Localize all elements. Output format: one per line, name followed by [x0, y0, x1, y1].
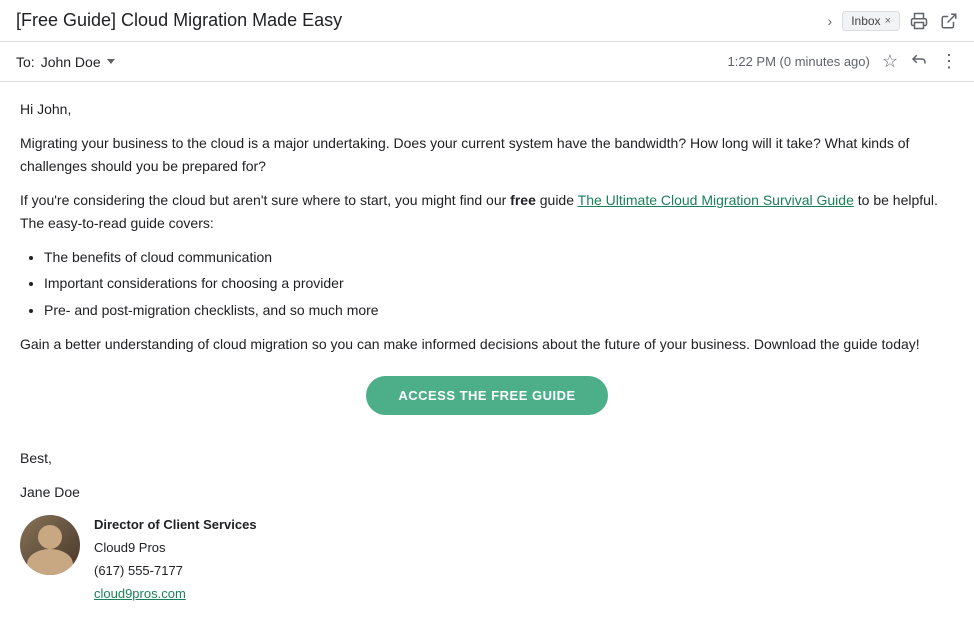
paragraph2: If you're considering the cloud but aren… [20, 189, 954, 234]
bullet-item-1: The benefits of cloud communication [44, 246, 954, 268]
timestamp: 1:22 PM (0 minutes ago) [728, 54, 870, 69]
greeting: Hi John, [20, 98, 954, 120]
popout-icon[interactable] [940, 12, 958, 30]
bold-free: free [510, 192, 536, 208]
paragraph2-prefix: If you're considering the cloud but aren… [20, 192, 510, 208]
cta-button[interactable]: ACCESS THE FREE GUIDE [366, 376, 607, 415]
sig-company: Cloud9 Pros [94, 538, 257, 559]
forward-icon: › [828, 13, 833, 29]
bullet-item-3: Pre- and post-migration checklists, and … [44, 299, 954, 321]
cta-container: ACCESS THE FREE GUIDE [20, 376, 954, 415]
label-tag[interactable]: Inbox × [842, 11, 900, 31]
label-close-button[interactable]: × [885, 15, 891, 27]
recipient-dropdown-icon[interactable] [107, 59, 115, 64]
sig-text-block: Director of Client Services Cloud9 Pros … [94, 515, 257, 604]
sig-title: Director of Client Services [94, 515, 257, 536]
sender-bar: To: John Doe 1:22 PM (0 minutes ago) ☆ ⋮ [0, 42, 974, 82]
email-header: [Free Guide] Cloud Migration Made Easy ›… [0, 0, 974, 42]
recipient-name: John Doe [41, 54, 101, 70]
paragraph3: Gain a better understanding of cloud mig… [20, 333, 954, 355]
email-subject: [Free Guide] Cloud Migration Made Easy [16, 10, 818, 31]
avatar [20, 515, 80, 575]
reply-icon[interactable] [910, 50, 928, 73]
bullet-list: The benefits of cloud communication Impo… [44, 246, 954, 321]
label-text: Inbox [851, 14, 880, 28]
sig-phone: (617) 555-7177 [94, 561, 257, 582]
to-label: To: [16, 54, 35, 70]
print-icon[interactable] [910, 12, 928, 30]
sender-name: Jane Doe [20, 481, 954, 503]
sign-off: Best, [20, 447, 954, 469]
signature-details: Director of Client Services Cloud9 Pros … [20, 515, 954, 604]
paragraph1: Migrating your business to the cloud is … [20, 132, 954, 177]
sender-info: To: John Doe [16, 54, 115, 70]
sig-website[interactable]: cloud9pros.com [94, 584, 257, 605]
star-icon[interactable]: ☆ [882, 51, 898, 72]
bullet-item-2: Important considerations for choosing a … [44, 272, 954, 294]
email-body: Hi John, Migrating your business to the … [0, 82, 974, 624]
guide-link[interactable]: The Ultimate Cloud Migration Survival Gu… [578, 192, 854, 208]
header-actions [910, 12, 958, 30]
sender-right-actions: 1:22 PM (0 minutes ago) ☆ ⋮ [728, 50, 959, 73]
signature: Best, Jane Doe Director of Client Servic… [20, 439, 954, 605]
more-options-icon[interactable]: ⋮ [940, 51, 958, 72]
